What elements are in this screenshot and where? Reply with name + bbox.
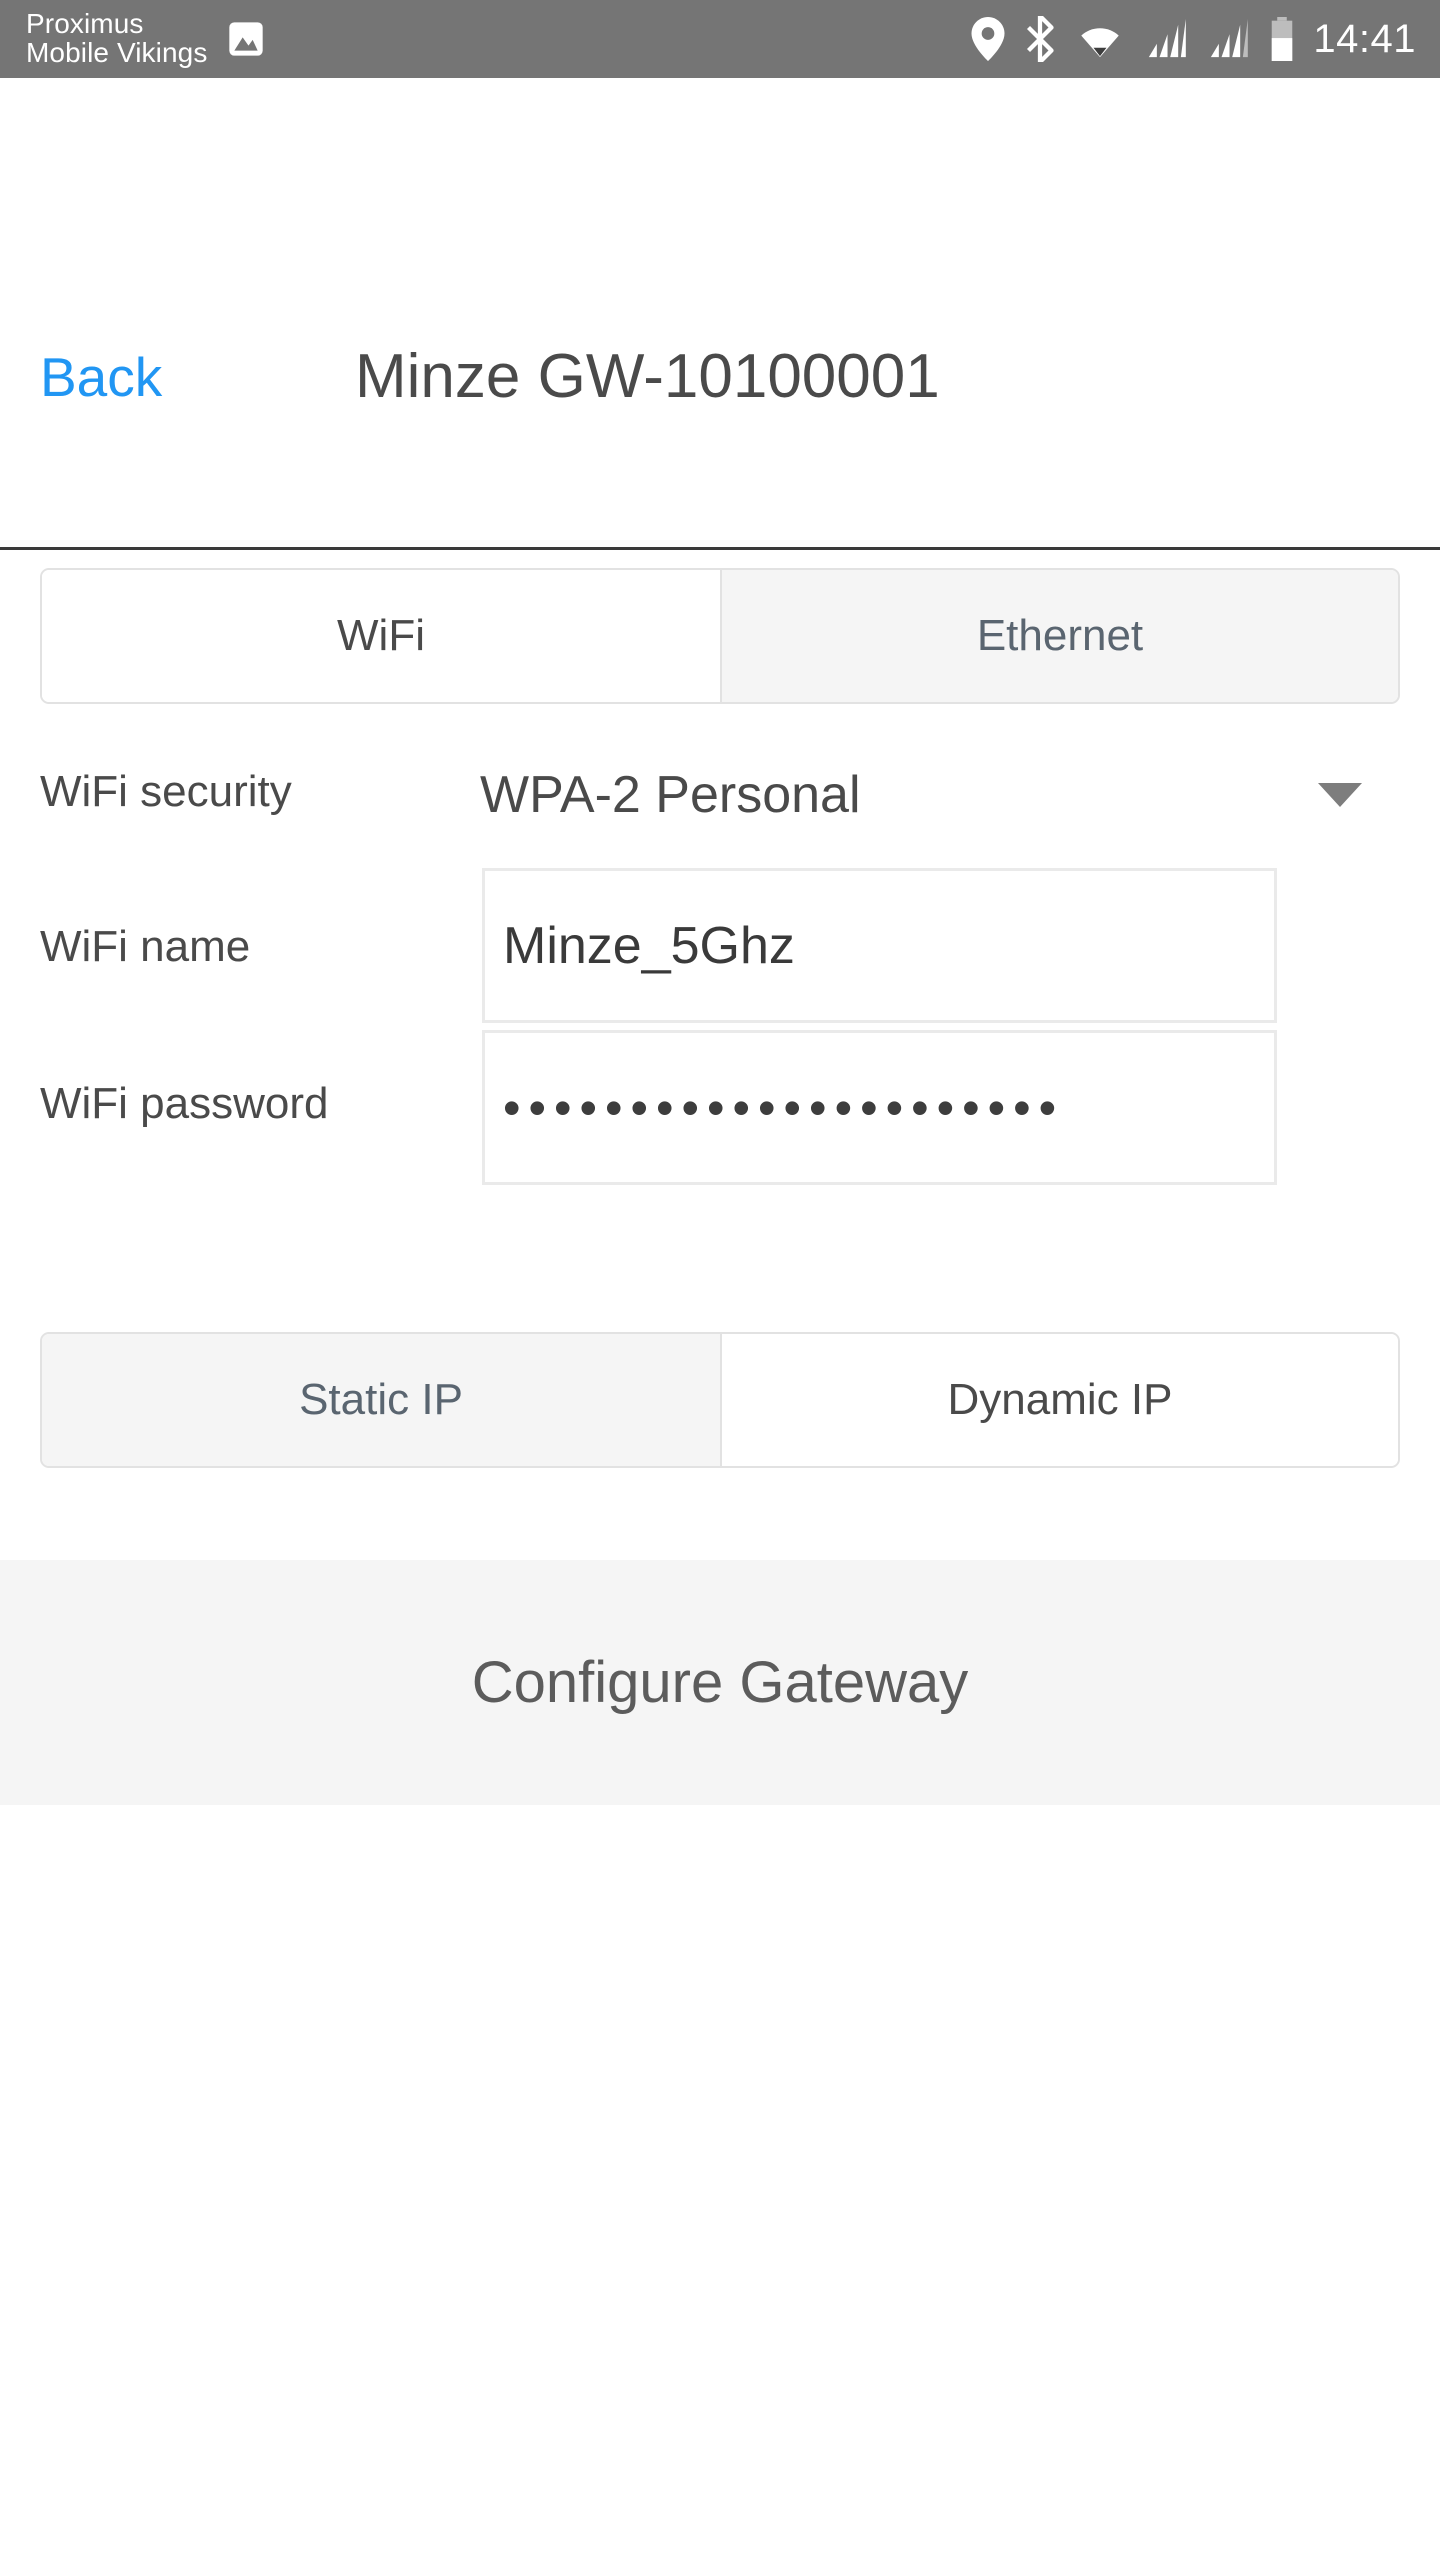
tab-static-ip[interactable]: Static IP bbox=[42, 1334, 720, 1466]
wifi-password-label: WiFi password bbox=[40, 1079, 329, 1128]
status-icon-group bbox=[971, 16, 1295, 62]
wifi-security-dropdown[interactable]: WPA-2 Personal bbox=[480, 755, 1400, 835]
ip-mode-tabs: Static IP Dynamic IP bbox=[40, 1332, 1400, 1468]
tab-wifi[interactable]: WiFi bbox=[42, 570, 720, 702]
page-title: Minze GW-10100001 bbox=[355, 342, 940, 411]
tab-ethernet[interactable]: Ethernet bbox=[720, 570, 1398, 702]
carrier-label: Proximus Mobile Vikings bbox=[26, 10, 207, 67]
back-button[interactable]: Back bbox=[40, 350, 162, 405]
battery-icon bbox=[1269, 17, 1295, 61]
configure-gateway-label: Configure Gateway bbox=[471, 1649, 969, 1715]
configure-gateway-button[interactable]: Configure Gateway bbox=[0, 1560, 1440, 1805]
wifi-password-value: •••••••••••••••••••••• bbox=[503, 1079, 1065, 1136]
wifi-name-value: Minze_5Ghz bbox=[503, 916, 795, 975]
carrier-line-1: Proximus bbox=[26, 8, 144, 40]
status-bar-clock: 14:41 bbox=[1313, 16, 1416, 61]
tab-dynamic-ip[interactable]: Dynamic IP bbox=[720, 1334, 1398, 1466]
chevron-down-icon bbox=[1318, 783, 1362, 807]
tab-ethernet-label: Ethernet bbox=[976, 611, 1144, 660]
bluetooth-icon bbox=[1025, 16, 1055, 62]
location-pin-icon bbox=[971, 17, 1005, 61]
wifi-icon bbox=[1075, 18, 1125, 60]
wifi-name-label: WiFi name bbox=[40, 922, 251, 971]
wifi-name-input[interactable]: Minze_5Ghz bbox=[482, 868, 1277, 1023]
nav-header: Back Minze GW-10100001 bbox=[0, 78, 1440, 550]
signal-bars-icon bbox=[1145, 19, 1187, 59]
wifi-password-input[interactable]: •••••••••••••••••••••• bbox=[482, 1030, 1277, 1185]
tab-static-ip-label: Static IP bbox=[299, 1375, 463, 1424]
status-bar: Proximus Mobile Vikings 14:41 bbox=[0, 0, 1440, 78]
network-type-tabs: WiFi Ethernet bbox=[40, 568, 1400, 704]
image-icon bbox=[225, 18, 267, 60]
wifi-security-value: WPA-2 Personal bbox=[480, 766, 861, 824]
wifi-security-label: WiFi security bbox=[40, 767, 292, 816]
carrier-line-2: Mobile Vikings bbox=[26, 37, 208, 68]
tab-dynamic-ip-label: Dynamic IP bbox=[947, 1375, 1173, 1424]
signal-bars-2-icon bbox=[1207, 19, 1249, 59]
tab-wifi-label: WiFi bbox=[337, 611, 425, 660]
